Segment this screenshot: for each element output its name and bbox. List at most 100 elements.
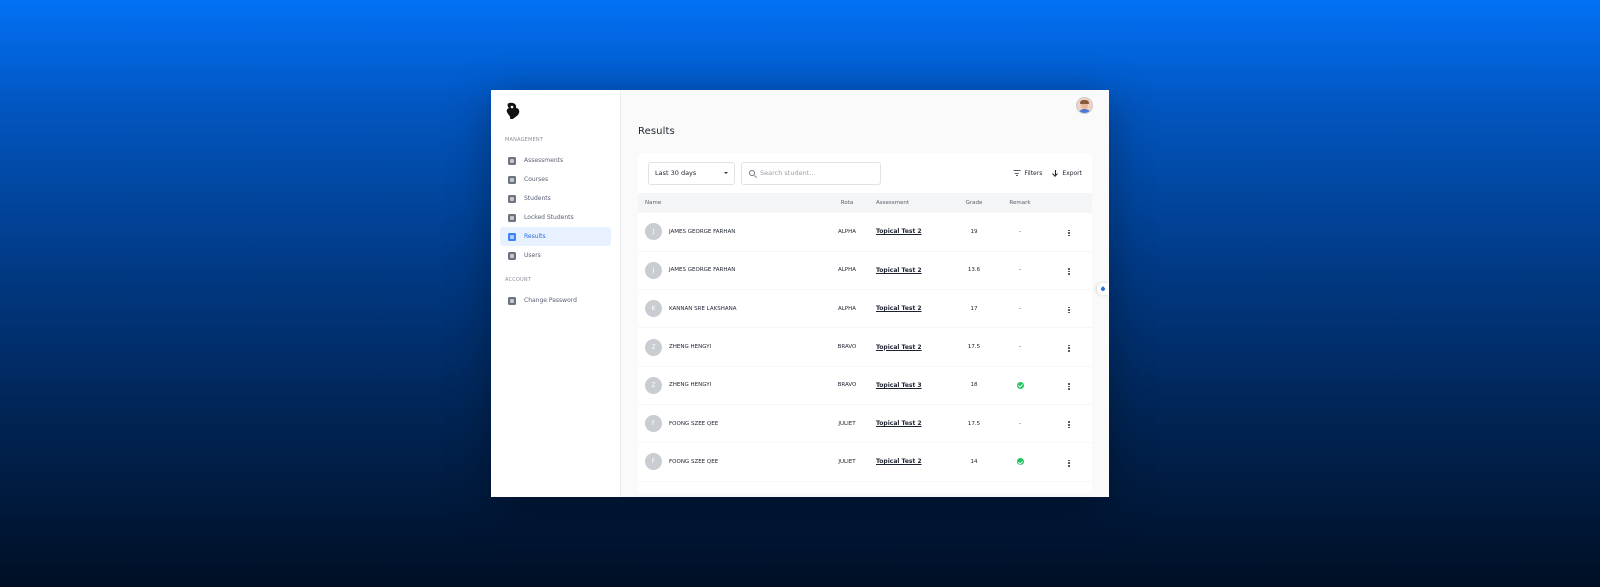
student-initial-avatar: F bbox=[645, 415, 662, 433]
logo-icon[interactable] bbox=[505, 102, 521, 120]
sidebar-item-students[interactable]: Students bbox=[500, 189, 611, 208]
rota-value: BRAVO bbox=[837, 382, 857, 389]
user-avatar[interactable] bbox=[1076, 97, 1093, 114]
student-name: KANNAN SRE LAKSHANA bbox=[669, 305, 737, 312]
grade-value: 13.6 bbox=[967, 267, 981, 274]
filters-label: Filters bbox=[1024, 169, 1043, 177]
management-section-label: MANAGEMENT bbox=[505, 137, 544, 143]
briefcase-icon bbox=[508, 175, 516, 184]
more-options-icon[interactable] bbox=[1068, 344, 1070, 352]
remark-value: - bbox=[1019, 420, 1021, 427]
student-initial-avatar: K bbox=[645, 300, 662, 318]
student-name: FOONG SZEE QEE bbox=[669, 420, 719, 427]
remark-value: - bbox=[1019, 228, 1021, 235]
droplet-icon bbox=[1100, 286, 1106, 292]
grade-value: 17.5 bbox=[967, 420, 981, 427]
rota-value: ALPHA bbox=[837, 228, 857, 235]
remark-value: - bbox=[1019, 267, 1021, 274]
column-header-grade[interactable]: Grade bbox=[954, 193, 994, 213]
search-box[interactable] bbox=[741, 161, 881, 185]
column-header-rota[interactable]: Rota bbox=[828, 193, 866, 213]
remark-value: - bbox=[1019, 305, 1021, 312]
sidebar-item-label: Users bbox=[524, 252, 541, 259]
sidebar-item-results[interactable]: Results bbox=[500, 227, 611, 246]
download-icon bbox=[1052, 169, 1058, 177]
app-window: MANAGEMENT Assessments Courses Students Loc… bbox=[491, 90, 1109, 497]
student-name: ZHENG HENGYI bbox=[669, 382, 712, 389]
caret-down-icon bbox=[724, 172, 728, 174]
toolbar: Last 30 days Filters bbox=[638, 153, 1092, 193]
page-title: Results bbox=[638, 126, 675, 137]
rota-value: JULIET bbox=[838, 420, 856, 427]
student-initial-avatar: J bbox=[645, 261, 662, 279]
grade-value: 14 bbox=[970, 458, 978, 465]
sidebar-item-label: Students bbox=[524, 195, 551, 202]
more-options-icon[interactable] bbox=[1068, 268, 1070, 276]
more-options-icon[interactable] bbox=[1068, 383, 1070, 390]
sidebar-item-label: Change Password bbox=[524, 297, 577, 304]
table-row[interactable]: J JAMES GEORGE FARHAN ALPHA Topical Test 2 1… bbox=[638, 251, 1092, 291]
search-input[interactable] bbox=[760, 169, 870, 177]
sidebar-item-label: Results bbox=[524, 233, 546, 240]
search-icon bbox=[749, 170, 755, 176]
table-row[interactable]: F FOONG SZEE QEE JULIET Topical Test 2 17.5 - bbox=[638, 404, 1092, 444]
assessment-link[interactable]: Topical Test 2 bbox=[876, 305, 922, 312]
check-circle-icon bbox=[1016, 458, 1024, 466]
column-header-assessment[interactable]: Assessment bbox=[866, 193, 954, 213]
rota-value: BRAVO bbox=[837, 344, 857, 351]
grade-value: 17.5 bbox=[967, 344, 981, 351]
main-content: Results Last 30 days Filters bbox=[621, 90, 1109, 497]
table-header-row: Name Rota Assessment Grade Remark bbox=[638, 193, 1092, 213]
assessment-link[interactable]: Topical Test 3 bbox=[876, 382, 922, 389]
user-icon bbox=[508, 251, 516, 260]
results-card: Last 30 days Filters bbox=[638, 153, 1092, 493]
export-button[interactable]: Export bbox=[1052, 169, 1082, 177]
assessment-link[interactable]: Topical Test 2 bbox=[876, 420, 922, 427]
grade-value: 19 bbox=[970, 228, 978, 235]
floating-widget-button[interactable] bbox=[1097, 283, 1109, 295]
assessment-link[interactable]: Topical Test 2 bbox=[876, 228, 922, 235]
assessment-link[interactable]: Topical Test 2 bbox=[876, 458, 922, 465]
sidebar-item-courses[interactable]: Courses bbox=[500, 170, 611, 189]
student-name: JAMES GEORGE FARHAN bbox=[669, 228, 736, 235]
student-name: FOONG SZEE QEE bbox=[669, 458, 719, 465]
results-icon bbox=[508, 232, 516, 241]
student-name: JAMES GEORGE FARHAN bbox=[669, 267, 736, 274]
filter-icon bbox=[1013, 170, 1021, 176]
sidebar-item-locked-students[interactable]: Locked Students bbox=[500, 208, 611, 227]
rota-value: JULIET bbox=[838, 458, 856, 465]
sidebar-item-users[interactable]: Users bbox=[500, 246, 611, 265]
column-header-remark[interactable]: Remark bbox=[994, 193, 1046, 213]
table-row[interactable]: J JAMES GEORGE FARHAN ALPHA Topical Test 2 1… bbox=[638, 213, 1092, 252]
sidebar-item-label: Locked Students bbox=[524, 214, 574, 221]
assessment-link[interactable]: Topical Test 2 bbox=[876, 344, 922, 351]
sidebar-item-assessments[interactable]: Assessments bbox=[500, 151, 611, 170]
export-label: Export bbox=[1062, 169, 1082, 177]
table-row[interactable]: Z ZHENG HENGYI BRAVO Topical Test 3 18 bbox=[638, 366, 1092, 405]
more-options-icon[interactable] bbox=[1068, 459, 1070, 467]
more-options-icon[interactable] bbox=[1068, 306, 1070, 314]
sidebar-item-label: Courses bbox=[524, 176, 549, 183]
student-initial-avatar: Z bbox=[645, 338, 662, 356]
account-section-label: ACCOUNT bbox=[505, 277, 532, 283]
rota-value: ALPHA bbox=[837, 267, 857, 274]
sidebar: MANAGEMENT Assessments Courses Students Loc… bbox=[491, 90, 621, 497]
student-initial-avatar: J bbox=[645, 223, 662, 241]
user-icon bbox=[508, 194, 516, 203]
filters-button[interactable]: Filters bbox=[1013, 170, 1042, 177]
results-table: Name Rota Assessment Grade Remark J JAMES… bbox=[638, 193, 1092, 482]
table-row[interactable]: Z ZHENG HENGYI BRAVO Topical Test 2 17.5 - bbox=[638, 327, 1092, 367]
date-range-select[interactable]: Last 30 days bbox=[648, 161, 735, 185]
table-row[interactable]: F FOONG SZEE QEE JULIET Topical Test 2 14 bbox=[638, 442, 1092, 482]
date-range-value: Last 30 days bbox=[655, 169, 697, 177]
more-options-icon[interactable] bbox=[1068, 229, 1070, 237]
column-header-name[interactable]: Name bbox=[638, 193, 828, 213]
grade-value: 18 bbox=[970, 382, 978, 389]
column-header-actions bbox=[1046, 193, 1092, 213]
student-initial-avatar: F bbox=[645, 453, 662, 471]
sidebar-item-change-password[interactable]: Change Password bbox=[500, 291, 611, 310]
table-row[interactable]: K KANNAN SRE LAKSHANA ALPHA Topical Test 2 1… bbox=[638, 289, 1092, 329]
assessment-link[interactable]: Topical Test 2 bbox=[876, 267, 922, 274]
grade-value: 17 bbox=[970, 305, 978, 312]
more-options-icon[interactable] bbox=[1068, 421, 1070, 429]
